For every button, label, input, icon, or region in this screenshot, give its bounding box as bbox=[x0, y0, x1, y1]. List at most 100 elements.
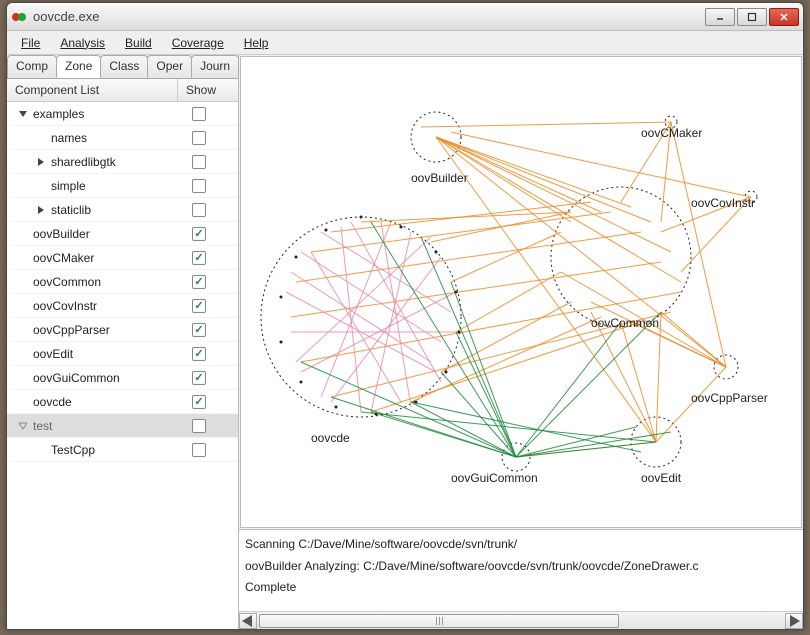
node-label-oovcppparser: oovCppParser bbox=[691, 391, 768, 405]
tree-row[interactable]: simple bbox=[7, 174, 238, 198]
component-tree[interactable]: examples names sharedlibgtk simple staticlib… bbox=[7, 102, 238, 629]
log-line: Scanning C:/Dave/Mine/software/oovcde/sv… bbox=[245, 534, 797, 556]
tree-item-label: names bbox=[51, 131, 192, 145]
tree-item-label: simple bbox=[51, 179, 192, 193]
tree-row[interactable]: oovGuiCommon bbox=[7, 366, 238, 390]
minimize-button[interactable] bbox=[705, 8, 735, 26]
tree-row[interactable]: oovEdit bbox=[7, 342, 238, 366]
tree-row[interactable]: sharedlibgtk bbox=[7, 150, 238, 174]
tree-row[interactable]: examples bbox=[7, 102, 238, 126]
log-hscrollbar[interactable] bbox=[239, 611, 803, 629]
expander-icon[interactable] bbox=[17, 108, 29, 120]
expander-none bbox=[35, 132, 47, 144]
show-checkbox[interactable] bbox=[192, 131, 206, 145]
tree-item-label: oovCppParser bbox=[33, 323, 192, 337]
show-checkbox[interactable] bbox=[192, 203, 206, 217]
node-label-oovcommon: oovCommon bbox=[591, 316, 659, 330]
expander-none bbox=[17, 276, 29, 288]
tab-zone[interactable]: Zone bbox=[56, 55, 101, 78]
tree-row[interactable]: names bbox=[7, 126, 238, 150]
app-icon bbox=[11, 9, 27, 25]
left-panel: Comp Zone Class Oper Journ Component Lis… bbox=[7, 55, 239, 629]
node-label-oovbuilder: oovBuilder bbox=[411, 171, 468, 185]
expander-none bbox=[17, 348, 29, 360]
menu-build[interactable]: Build bbox=[117, 33, 160, 53]
show-checkbox[interactable] bbox=[192, 251, 206, 265]
show-checkbox[interactable] bbox=[192, 107, 206, 121]
graph-canvas[interactable]: oovBuilder oovCMaker oovCovInstr oovComm… bbox=[240, 56, 802, 528]
scroll-track[interactable] bbox=[257, 613, 785, 629]
tree-item-label: sharedlibgtk bbox=[51, 155, 192, 169]
tree-row[interactable]: staticlib bbox=[7, 198, 238, 222]
close-button[interactable] bbox=[769, 8, 799, 26]
expander-none bbox=[17, 228, 29, 240]
scroll-right-button[interactable] bbox=[785, 613, 803, 629]
show-checkbox[interactable] bbox=[192, 179, 206, 193]
tree-row[interactable]: oovCppParser bbox=[7, 318, 238, 342]
tree-row[interactable]: oovCovInstr bbox=[7, 294, 238, 318]
tree-item-label: staticlib bbox=[51, 203, 192, 217]
show-checkbox[interactable] bbox=[192, 299, 206, 313]
content: Comp Zone Class Oper Journ Component Lis… bbox=[7, 55, 803, 629]
show-checkbox[interactable] bbox=[192, 371, 206, 385]
tree-row[interactable]: oovcde bbox=[7, 390, 238, 414]
tree-item-label: TestCpp bbox=[51, 443, 192, 457]
show-checkbox[interactable] bbox=[192, 323, 206, 337]
expander-none bbox=[35, 444, 47, 456]
show-checkbox[interactable] bbox=[192, 275, 206, 289]
expander-icon[interactable] bbox=[35, 204, 47, 216]
expander-icon[interactable] bbox=[17, 420, 29, 432]
tree-row[interactable]: TestCpp bbox=[7, 438, 238, 462]
menu-file[interactable]: File bbox=[13, 33, 48, 53]
log-output[interactable]: Scanning C:/Dave/Mine/software/oovcde/sv… bbox=[239, 530, 803, 611]
tree-row[interactable]: oovCMaker bbox=[7, 246, 238, 270]
tree-item-label: oovBuilder bbox=[33, 227, 192, 241]
show-checkbox[interactable] bbox=[192, 347, 206, 361]
tab-comp[interactable]: Comp bbox=[7, 55, 57, 78]
expander-icon[interactable] bbox=[35, 156, 47, 168]
expander-none bbox=[35, 180, 47, 192]
menu-coverage[interactable]: Coverage bbox=[164, 33, 232, 53]
log-line: Complete bbox=[245, 577, 797, 599]
tree-item-label: oovCommon bbox=[33, 275, 192, 289]
header-show[interactable]: Show bbox=[178, 79, 238, 101]
scroll-thumb[interactable] bbox=[259, 614, 619, 628]
window-title: oovcde.exe bbox=[33, 9, 705, 24]
menu-help[interactable]: Help bbox=[236, 33, 277, 53]
window-controls bbox=[705, 8, 799, 26]
header-component-list[interactable]: Component List bbox=[7, 79, 178, 101]
node-label-oovguicommon: oovGuiCommon bbox=[451, 471, 538, 485]
tab-oper[interactable]: Oper bbox=[147, 55, 192, 78]
node-label-oovcde: oovcde bbox=[311, 431, 350, 445]
tree-item-label: oovCovInstr bbox=[33, 299, 192, 313]
maximize-button[interactable] bbox=[737, 8, 767, 26]
tab-class[interactable]: Class bbox=[100, 55, 148, 78]
node-label-oovedit: oovEdit bbox=[641, 471, 682, 485]
titlebar[interactable]: oovcde.exe bbox=[7, 3, 803, 31]
scroll-left-button[interactable] bbox=[239, 613, 257, 629]
show-checkbox[interactable] bbox=[192, 155, 206, 169]
panel-tabs: Comp Zone Class Oper Journ bbox=[7, 55, 238, 79]
right-panel: oovBuilder oovCMaker oovCovInstr oovComm… bbox=[239, 55, 803, 629]
tree-header: Component List Show bbox=[7, 79, 238, 102]
tree-item-label: oovEdit bbox=[33, 347, 192, 361]
expander-none bbox=[17, 396, 29, 408]
tree-item-label: test bbox=[33, 419, 192, 433]
menu-analysis[interactable]: Analysis bbox=[52, 33, 113, 53]
expander-none bbox=[17, 324, 29, 336]
show-checkbox[interactable] bbox=[192, 443, 206, 457]
show-checkbox[interactable] bbox=[192, 395, 206, 409]
show-checkbox[interactable] bbox=[192, 227, 206, 241]
tree-row[interactable]: test bbox=[7, 414, 238, 438]
tree-row[interactable]: oovCommon bbox=[7, 270, 238, 294]
expander-none bbox=[17, 372, 29, 384]
menubar: File Analysis Build Coverage Help bbox=[7, 31, 803, 55]
node-label-oovcmaker: oovCMaker bbox=[641, 126, 702, 140]
log-line: oovBuilder Analyzing: C:/Dave/Mine/softw… bbox=[245, 556, 797, 578]
show-checkbox[interactable] bbox=[192, 419, 206, 433]
expander-none bbox=[17, 300, 29, 312]
tree-item-label: examples bbox=[33, 107, 192, 121]
tab-journ[interactable]: Journ bbox=[191, 55, 239, 78]
app-window: oovcde.exe File Analysis Build Coverage … bbox=[6, 2, 804, 630]
tree-row[interactable]: oovBuilder bbox=[7, 222, 238, 246]
